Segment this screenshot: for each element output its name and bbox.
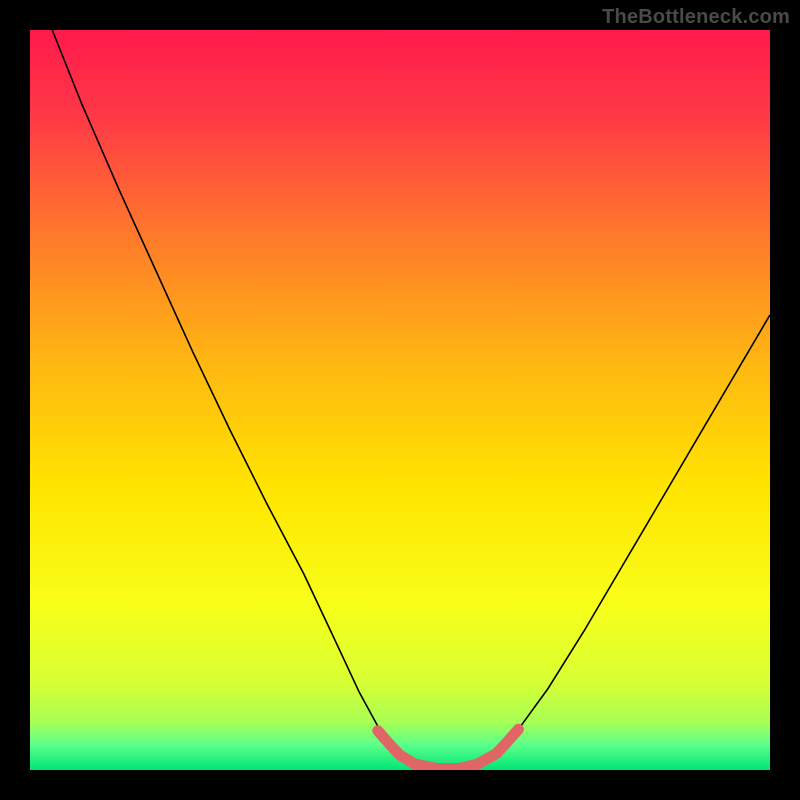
watermark-text: TheBottleneck.com [602,6,790,29]
chart-frame: TheBottleneck.com [0,0,800,800]
chart-svg [30,30,770,770]
plot-area [30,30,770,770]
gradient-background [30,30,770,770]
